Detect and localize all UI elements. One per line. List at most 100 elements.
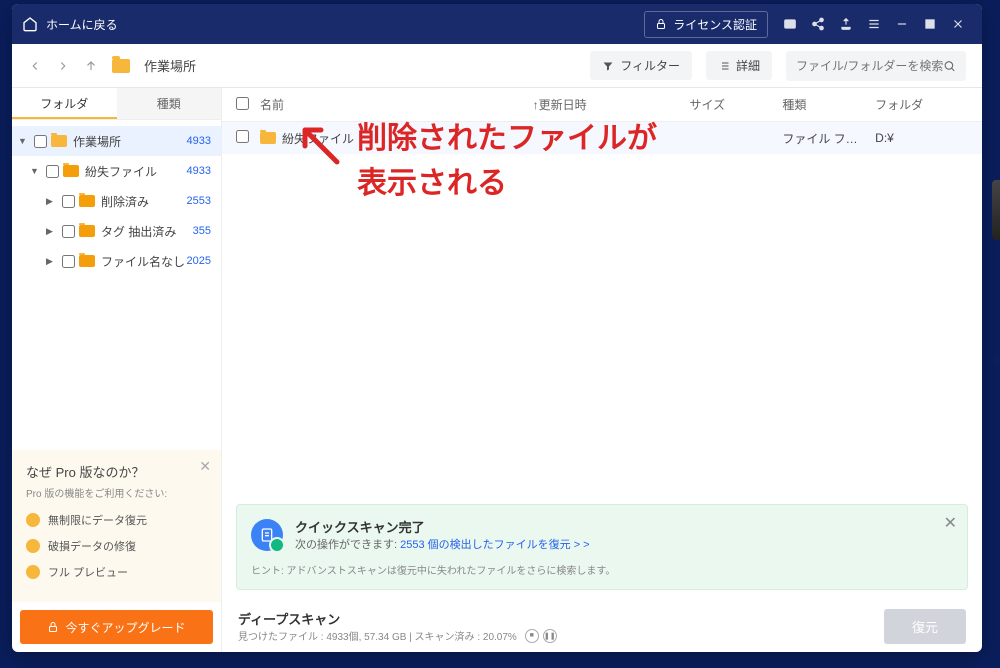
col-date[interactable]: 更新日時 (539, 96, 690, 113)
minimize-icon[interactable] (888, 10, 916, 38)
search-input[interactable] (796, 59, 943, 73)
caret-down-icon: ▼ (30, 166, 42, 176)
nav-up-icon[interactable] (84, 59, 98, 73)
folder-warn-icon (79, 255, 95, 267)
share-icon[interactable] (804, 10, 832, 38)
filter-icon (602, 60, 614, 72)
node-label: ファイル名なし (101, 253, 185, 270)
menu-icon[interactable] (860, 10, 888, 38)
tree-node-noname[interactable]: ▶ ファイル名なし 2025 (12, 246, 221, 276)
breadcrumb: 作業場所 (144, 56, 196, 75)
promo-feature: フル プレビュー (26, 564, 207, 580)
tab-type[interactable]: 種類 (117, 88, 222, 119)
caret-right-icon: ▶ (46, 226, 58, 237)
promo-feature: 破損データの修復 (26, 538, 207, 554)
node-label: 作業場所 (73, 133, 121, 150)
search-box[interactable] (786, 51, 966, 81)
node-label: タグ 抽出済み (101, 223, 176, 240)
select-all-checkbox[interactable] (236, 97, 249, 110)
deepscan-stats: 見つけたファイル : 4933個, 57.34 GB | スキャン済み : 20… (238, 628, 517, 643)
node-checkbox[interactable] (62, 195, 75, 208)
node-checkbox[interactable] (34, 135, 47, 148)
export-icon[interactable] (832, 10, 860, 38)
feedback-icon[interactable] (776, 10, 804, 38)
home-icon (22, 16, 38, 32)
feature-icon (26, 539, 40, 553)
close-icon[interactable] (944, 10, 972, 38)
node-count: 4933 (187, 165, 211, 177)
sidebar-tabs: フォルダ 種類 (12, 88, 221, 120)
node-label: 紛失ファイル (85, 163, 157, 180)
node-count: 355 (193, 225, 211, 237)
upgrade-label: 今すぐアップグレード (65, 619, 185, 636)
promo-title: なぜ Pro 版なのか？ (26, 462, 207, 481)
folder-tree: ▼ 作業場所 4933 ▼ 紛失ファイル 4933 ▶ (12, 120, 221, 450)
folder-icon (51, 135, 67, 147)
filter-button[interactable]: フィルター (590, 51, 692, 80)
maximize-icon[interactable] (916, 10, 944, 38)
node-checkbox[interactable] (46, 165, 59, 178)
home-button[interactable]: ホームに戻る (22, 16, 118, 33)
promo-feature: 無制限にデータ復元 (26, 512, 207, 528)
folder-warn-icon (79, 225, 95, 237)
col-size[interactable]: サイズ (689, 96, 782, 113)
title-bar: ホームに戻る ライセンス認証 (12, 4, 982, 44)
nav-forward-icon[interactable] (56, 59, 70, 73)
restore-button[interactable]: 復元 (884, 609, 966, 644)
upgrade-button[interactable]: 今すぐアップグレード (20, 610, 213, 644)
tab-folder[interactable]: フォルダ (12, 88, 117, 119)
node-checkbox[interactable] (62, 255, 75, 268)
col-folder[interactable]: フォルダ (875, 96, 968, 113)
quickscan-desc: 次の操作ができます: 2553 個の検出したファイルを復元 > > (295, 536, 590, 552)
stop-button[interactable]: ■ (525, 629, 539, 643)
lock-icon (655, 18, 667, 30)
folder-warn-icon (63, 165, 79, 177)
filter-label: フィルター (620, 57, 680, 74)
feature-label: 破損データの修復 (48, 538, 136, 554)
feature-label: 無制限にデータ復元 (48, 512, 147, 528)
detail-label: 詳細 (736, 57, 760, 74)
side-panel-handle[interactable] (992, 180, 1000, 240)
license-button[interactable]: ライセンス認証 (644, 11, 768, 38)
deepscan-title: ディープスキャン (238, 609, 557, 628)
quickscan-link[interactable]: 2553 個の検出したファイルを復元 > > (400, 539, 590, 551)
sidebar: フォルダ 種類 ▼ 作業場所 4933 ▼ 紛失ファイル 4933 (12, 88, 222, 652)
quickscan-title: クイックスキャン完了 (295, 517, 590, 536)
quickscan-close-icon[interactable]: ✕ (944, 513, 957, 533)
tree-node-workplace[interactable]: ▼ 作業場所 4933 (12, 126, 221, 156)
node-count: 4933 (187, 135, 211, 147)
tree-node-tag[interactable]: ▶ タグ 抽出済み 355 (12, 216, 221, 246)
pause-button[interactable]: ❚❚ (543, 629, 557, 643)
folder-warn-icon (79, 195, 95, 207)
feature-label: フル プレビュー (48, 564, 128, 580)
feature-icon (26, 513, 40, 527)
main-panel: 名前↑ 更新日時 サイズ 種類 フォルダ 紛失ファイル ファイル フ… D:¥ … (222, 88, 982, 652)
tree-node-deleted[interactable]: ▶ 削除済み 2553 (12, 186, 221, 216)
node-count: 2025 (187, 255, 211, 267)
detail-button[interactable]: 詳細 (706, 51, 772, 80)
node-checkbox[interactable] (62, 225, 75, 238)
scan-complete-icon (251, 519, 283, 551)
lock-icon (47, 621, 59, 633)
node-count: 2553 (187, 195, 211, 207)
column-header: 名前↑ 更新日時 サイズ 種類 フォルダ (222, 88, 982, 122)
nav-back-icon[interactable] (28, 59, 42, 73)
folder-warn-icon (260, 132, 276, 144)
row-name: 紛失ファイル (282, 130, 354, 147)
license-label: ライセンス認証 (673, 16, 757, 33)
caret-right-icon: ▶ (46, 196, 58, 207)
node-label: 削除済み (101, 193, 149, 210)
quickscan-panel: ✕ クイックスキャン完了 次の操作ができます: 2553 個の検出したファイルを… (236, 504, 968, 590)
caret-right-icon: ▶ (46, 256, 58, 267)
col-type[interactable]: 種類 (782, 96, 875, 113)
feature-icon (26, 565, 40, 579)
promo-subtitle: Pro 版の機能をご利用ください: (26, 485, 207, 500)
tree-node-lost-files[interactable]: ▼ 紛失ファイル 4933 (12, 156, 221, 186)
col-name[interactable]: 名前↑ (260, 96, 539, 113)
file-row[interactable]: 紛失ファイル ファイル フ… D:¥ (222, 122, 982, 154)
side-collapse-icon[interactable] (987, 350, 1000, 375)
promo-close-icon[interactable]: ✕ (199, 458, 211, 475)
folder-icon (112, 59, 130, 73)
row-checkbox[interactable] (236, 130, 249, 143)
search-icon (943, 59, 956, 73)
